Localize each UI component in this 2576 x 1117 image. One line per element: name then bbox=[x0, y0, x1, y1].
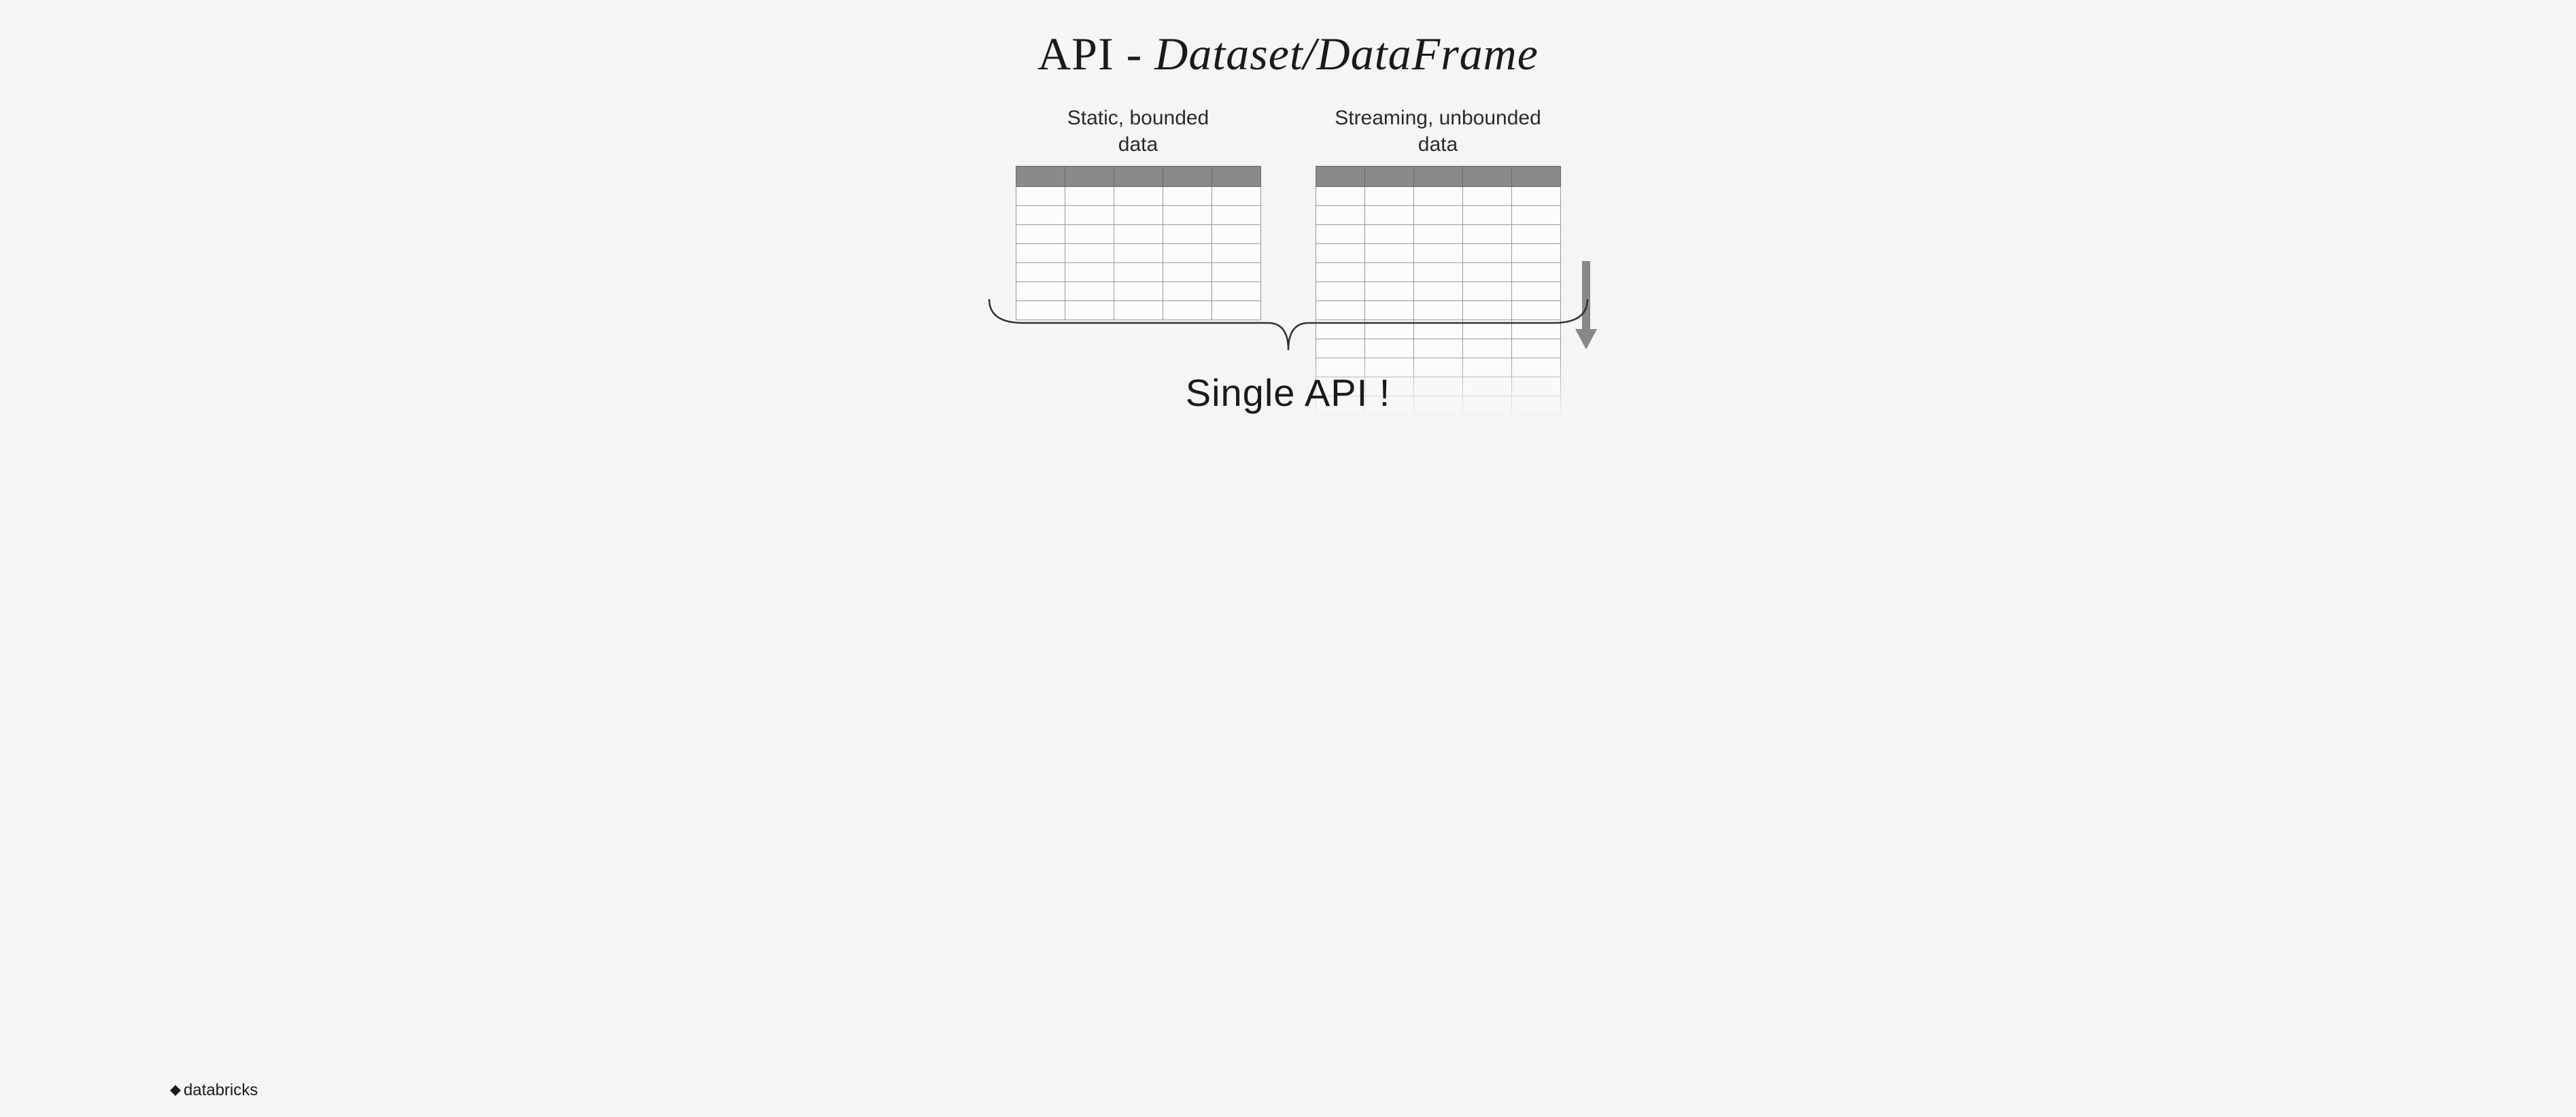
slide-title: API - Dataset/DataFrame bbox=[0, 27, 2576, 81]
table-row bbox=[1316, 187, 1560, 206]
table-cell bbox=[1163, 206, 1212, 225]
static-table-label: Static, bounded data bbox=[1067, 105, 1209, 158]
table-row bbox=[1016, 225, 1260, 244]
table-cell bbox=[1462, 187, 1511, 206]
table-cell bbox=[1212, 225, 1260, 244]
static-label-line2: data bbox=[1118, 133, 1158, 156]
table-cell bbox=[1065, 187, 1114, 206]
table-cell bbox=[1364, 263, 1413, 282]
table-header-cell bbox=[1163, 167, 1212, 187]
table-cell bbox=[1364, 225, 1413, 244]
table-cell bbox=[1016, 187, 1065, 206]
table-row bbox=[1316, 225, 1560, 244]
table-header-cell bbox=[1212, 167, 1260, 187]
table-header-cell bbox=[1462, 167, 1511, 187]
table-cell bbox=[1065, 206, 1114, 225]
table-cell bbox=[1413, 225, 1462, 244]
table-cell bbox=[1114, 225, 1163, 244]
table-cell bbox=[1364, 244, 1413, 263]
table-cell bbox=[1364, 187, 1413, 206]
table-cell bbox=[1316, 225, 1364, 244]
table-cell bbox=[1163, 225, 1212, 244]
table-cell bbox=[1462, 358, 1511, 377]
table-cell bbox=[1413, 187, 1462, 206]
table-cell bbox=[1316, 244, 1364, 263]
table-cell bbox=[1114, 206, 1163, 225]
table-cell bbox=[1511, 377, 1560, 396]
table-cell bbox=[1212, 244, 1260, 263]
single-api-caption: Single API ! bbox=[1186, 371, 1391, 415]
table-header-cell bbox=[1016, 167, 1065, 187]
databricks-logo-text: databricks bbox=[184, 1081, 258, 1100]
curly-brace bbox=[982, 296, 1594, 360]
table-cell bbox=[1016, 206, 1065, 225]
table-cell bbox=[1114, 244, 1163, 263]
table-cell bbox=[1462, 377, 1511, 396]
table-cell bbox=[1462, 225, 1511, 244]
table-cell bbox=[1016, 244, 1065, 263]
table-cell bbox=[1065, 225, 1114, 244]
table-cell bbox=[1413, 358, 1462, 377]
streaming-label-line1: Streaming, unbounded bbox=[1335, 107, 1541, 129]
table-cell bbox=[1462, 396, 1511, 415]
static-table-block: Static, bounded data bbox=[1016, 105, 1261, 415]
table-header-cell bbox=[1364, 167, 1413, 187]
table-cell bbox=[1364, 206, 1413, 225]
table-cell bbox=[1511, 263, 1560, 282]
table-row bbox=[1016, 206, 1260, 225]
slide-container: API - Dataset/DataFrame Static, bounded … bbox=[0, 0, 2576, 1117]
table-cell bbox=[1212, 206, 1260, 225]
table-cell bbox=[1114, 263, 1163, 282]
table-cell bbox=[1016, 225, 1065, 244]
table-cell bbox=[1163, 244, 1212, 263]
table-cell bbox=[1114, 187, 1163, 206]
table-cell bbox=[1462, 206, 1511, 225]
databricks-logo-icon bbox=[170, 1085, 181, 1096]
table-cell bbox=[1511, 358, 1560, 377]
title-prefix: API - bbox=[1037, 28, 1154, 80]
table-row bbox=[1316, 263, 1560, 282]
table-cell bbox=[1413, 206, 1462, 225]
table-cell bbox=[1316, 187, 1364, 206]
table-cell bbox=[1511, 244, 1560, 263]
streaming-label-line2: data bbox=[1418, 133, 1458, 156]
table-cell bbox=[1511, 206, 1560, 225]
table-cell bbox=[1413, 396, 1462, 415]
streaming-table-block: Streaming, unbounded data bbox=[1316, 105, 1561, 415]
databricks-logo: databricks bbox=[170, 1081, 258, 1100]
table-cell bbox=[1413, 377, 1462, 396]
table-cell bbox=[1511, 396, 1560, 415]
table-cell bbox=[1163, 263, 1212, 282]
table-row bbox=[1016, 244, 1260, 263]
table-cell bbox=[1413, 244, 1462, 263]
static-label-line1: Static, bounded bbox=[1067, 107, 1209, 129]
table-cell bbox=[1511, 225, 1560, 244]
table-cell bbox=[1016, 263, 1065, 282]
table-row bbox=[1016, 187, 1260, 206]
table-cell bbox=[1462, 263, 1511, 282]
table-cell bbox=[1511, 187, 1560, 206]
table-header-cell bbox=[1114, 167, 1163, 187]
table-cell bbox=[1462, 244, 1511, 263]
table-row bbox=[1316, 206, 1560, 225]
table-header-cell bbox=[1413, 167, 1462, 187]
table-cell bbox=[1212, 263, 1260, 282]
table-row bbox=[1316, 244, 1560, 263]
table-header-cell bbox=[1511, 167, 1560, 187]
title-bold: Dataset/DataFrame bbox=[1154, 28, 1539, 80]
streaming-table-label: Streaming, unbounded data bbox=[1335, 105, 1541, 158]
table-cell bbox=[1316, 263, 1364, 282]
tables-row: Static, bounded data Streaming, unbounde… bbox=[1016, 105, 1561, 415]
table-header-cell bbox=[1065, 167, 1114, 187]
table-cell bbox=[1163, 187, 1212, 206]
table-header-cell bbox=[1316, 167, 1364, 187]
table-cell bbox=[1413, 263, 1462, 282]
table-cell bbox=[1212, 187, 1260, 206]
table-cell bbox=[1065, 263, 1114, 282]
table-cell bbox=[1065, 244, 1114, 263]
table-cell bbox=[1316, 206, 1364, 225]
table-row bbox=[1016, 263, 1260, 282]
